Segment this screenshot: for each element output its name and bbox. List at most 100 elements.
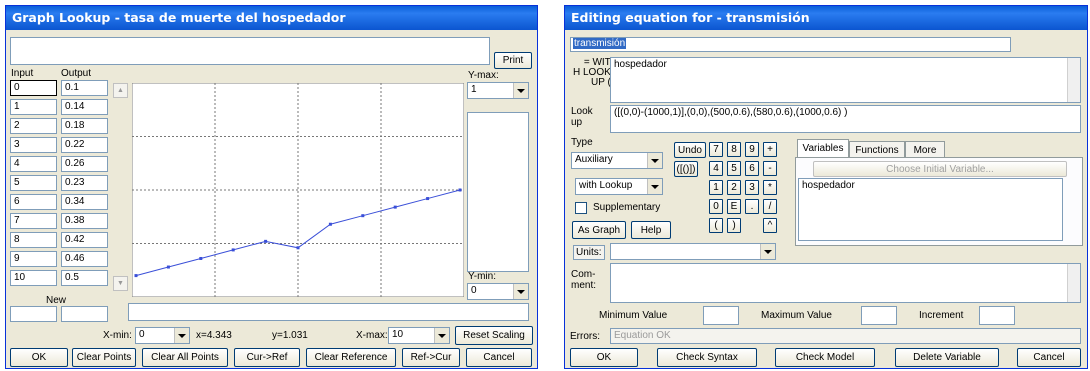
help-button[interactable]: Help — [631, 221, 671, 239]
cancel-button[interactable]: Cancel — [466, 348, 532, 367]
table-output-cell[interactable]: 0.18 — [61, 118, 108, 134]
chevron-down-icon[interactable] — [174, 328, 189, 343]
choose-initial-variable-button[interactable]: Choose Initial Variable... — [813, 161, 1067, 177]
calc-key[interactable]: ) — [727, 218, 741, 233]
ok-button[interactable]: OK — [570, 348, 638, 367]
calc-key[interactable]: 9 — [745, 142, 759, 157]
table-input-cell[interactable]: 10 — [10, 270, 57, 286]
equation-field[interactable]: hospedador — [610, 57, 1081, 103]
comment-scrollbar[interactable] — [1067, 264, 1080, 302]
max-value-input[interactable] — [861, 306, 897, 325]
table-output-cell[interactable]: 0.1 — [61, 80, 108, 96]
calc-key[interactable]: 8 — [727, 142, 741, 157]
table-input-cell[interactable]: 4 — [10, 156, 57, 172]
clear-points-button[interactable]: Clear Points — [72, 348, 136, 367]
table-output-cell[interactable]: 0.46 — [61, 251, 108, 267]
chevron-down-icon[interactable] — [513, 284, 528, 299]
chevron-down-icon[interactable] — [647, 153, 662, 168]
calc-key[interactable]: 7 — [709, 142, 723, 157]
clear-all-points-button[interactable]: Clear All Points — [142, 348, 228, 367]
units-label: Units: — [573, 245, 605, 260]
subtype-select[interactable]: with Lookup — [575, 178, 663, 195]
type-select[interactable]: Auxiliary — [571, 152, 663, 169]
errors-label: Errors: — [570, 331, 600, 342]
calc-key[interactable]: / — [763, 199, 777, 214]
calc-key[interactable]: . — [745, 199, 759, 214]
table-input-cell[interactable]: 1 — [10, 99, 57, 115]
table-input-cell[interactable]: 3 — [10, 137, 57, 153]
as-graph-button[interactable]: As Graph — [572, 221, 626, 239]
units-select[interactable] — [610, 243, 776, 260]
table-output-cell[interactable]: 0.34 — [61, 194, 108, 210]
ref-to-cur-button[interactable]: Ref->Cur — [402, 348, 460, 367]
table-input-cell[interactable]: 0 — [10, 80, 57, 96]
calc-key[interactable]: 4 — [709, 161, 723, 176]
table-input-cell[interactable]: 8 — [10, 232, 57, 248]
table-input-cell[interactable]: 6 — [10, 194, 57, 210]
table-output-cell[interactable]: 0.14 — [61, 99, 108, 115]
table-output-cell[interactable]: 0.5 — [61, 270, 108, 286]
ymax-select[interactable]: 1 — [467, 82, 529, 99]
calc-key[interactable]: 1 — [709, 180, 723, 195]
xmin-select[interactable]: 0 — [135, 327, 190, 344]
comment-field[interactable] — [610, 263, 1081, 303]
table-output-cell[interactable]: 0.42 — [61, 232, 108, 248]
calc-key[interactable]: E — [727, 199, 741, 214]
delete-variable-button[interactable]: Delete Variable — [895, 348, 999, 367]
clear-reference-button[interactable]: Clear Reference — [306, 348, 396, 367]
list-item[interactable]: hospedador — [802, 180, 1059, 191]
increment-input[interactable] — [979, 306, 1015, 325]
tab-variables[interactable]: Variables — [797, 139, 849, 157]
table-output-cell[interactable]: 0.23 — [61, 175, 108, 191]
variables-list[interactable]: hospedador — [798, 178, 1063, 241]
chevron-down-icon[interactable] — [760, 244, 775, 259]
calc-key[interactable]: 2 — [727, 180, 741, 195]
print-button[interactable]: Print — [494, 52, 532, 69]
table-output-cell[interactable]: 0.22 — [61, 137, 108, 153]
calc-key[interactable]: ( — [709, 218, 723, 233]
table-input-cell[interactable]: 5 — [10, 175, 57, 191]
chevron-down-icon[interactable] — [513, 83, 528, 98]
chevron-down-icon[interactable] — [434, 328, 449, 343]
lookup-field[interactable]: ([(0,0)-(1000,1)],(0,0),(500,0.6),(580,0… — [610, 105, 1081, 133]
scroll-up-icon[interactable]: ▲ — [113, 83, 128, 98]
new-input[interactable] — [10, 306, 57, 322]
table-input-cell[interactable]: 2 — [10, 118, 57, 134]
window-title: Graph Lookup - tasa de muerte del hosped… — [6, 6, 537, 30]
comment-label: Com- ment: — [571, 269, 596, 291]
variable-name-field[interactable]: transmisión — [570, 37, 1011, 52]
ymin-select[interactable]: 0 — [467, 283, 529, 300]
xmax-select[interactable]: 10 — [388, 327, 450, 344]
scroll-down-icon[interactable]: ▼ — [113, 276, 128, 291]
calc-key[interactable]: 5 — [727, 161, 741, 176]
table-input-cell[interactable]: 7 — [10, 213, 57, 229]
calc-key[interactable]: ^ — [763, 218, 777, 233]
chevron-down-icon[interactable] — [647, 179, 662, 194]
calc-key[interactable]: - — [763, 161, 777, 176]
calc-key[interactable]: + — [763, 142, 777, 157]
table-output-cell[interactable]: 0.26 — [61, 156, 108, 172]
calc-key[interactable]: * — [763, 180, 777, 195]
reset-scaling-button[interactable]: Reset Scaling — [455, 326, 533, 345]
lookup-graph[interactable] — [132, 83, 464, 297]
ok-button[interactable]: OK — [10, 348, 68, 367]
cur-to-ref-button[interactable]: Cur->Ref — [234, 348, 300, 367]
calc-key[interactable]: 6 — [745, 161, 759, 176]
comment-field[interactable] — [10, 37, 490, 65]
undo-button[interactable]: Undo — [674, 142, 706, 158]
cancel-button[interactable]: Cancel — [1017, 348, 1081, 367]
table-input-cell[interactable]: 9 — [10, 251, 57, 267]
equation-scrollbar[interactable] — [1067, 58, 1080, 102]
check-syntax-button[interactable]: Check Syntax — [657, 348, 757, 367]
new-output[interactable] — [61, 306, 108, 322]
check-model-button[interactable]: Check Model — [775, 348, 875, 367]
equation-label: = WIT H LOOK UP ( — [573, 58, 611, 88]
calc-key[interactable]: 0 — [709, 199, 723, 214]
supplementary-label: Supplementary — [593, 202, 661, 213]
calc-key[interactable]: 3 — [745, 180, 759, 195]
type-label: Type — [571, 137, 593, 148]
brackets-button[interactable]: ([()]) — [674, 161, 698, 177]
supplementary-checkbox[interactable] — [575, 202, 587, 214]
table-output-cell[interactable]: 0.38 — [61, 213, 108, 229]
min-value-input[interactable] — [703, 306, 739, 325]
